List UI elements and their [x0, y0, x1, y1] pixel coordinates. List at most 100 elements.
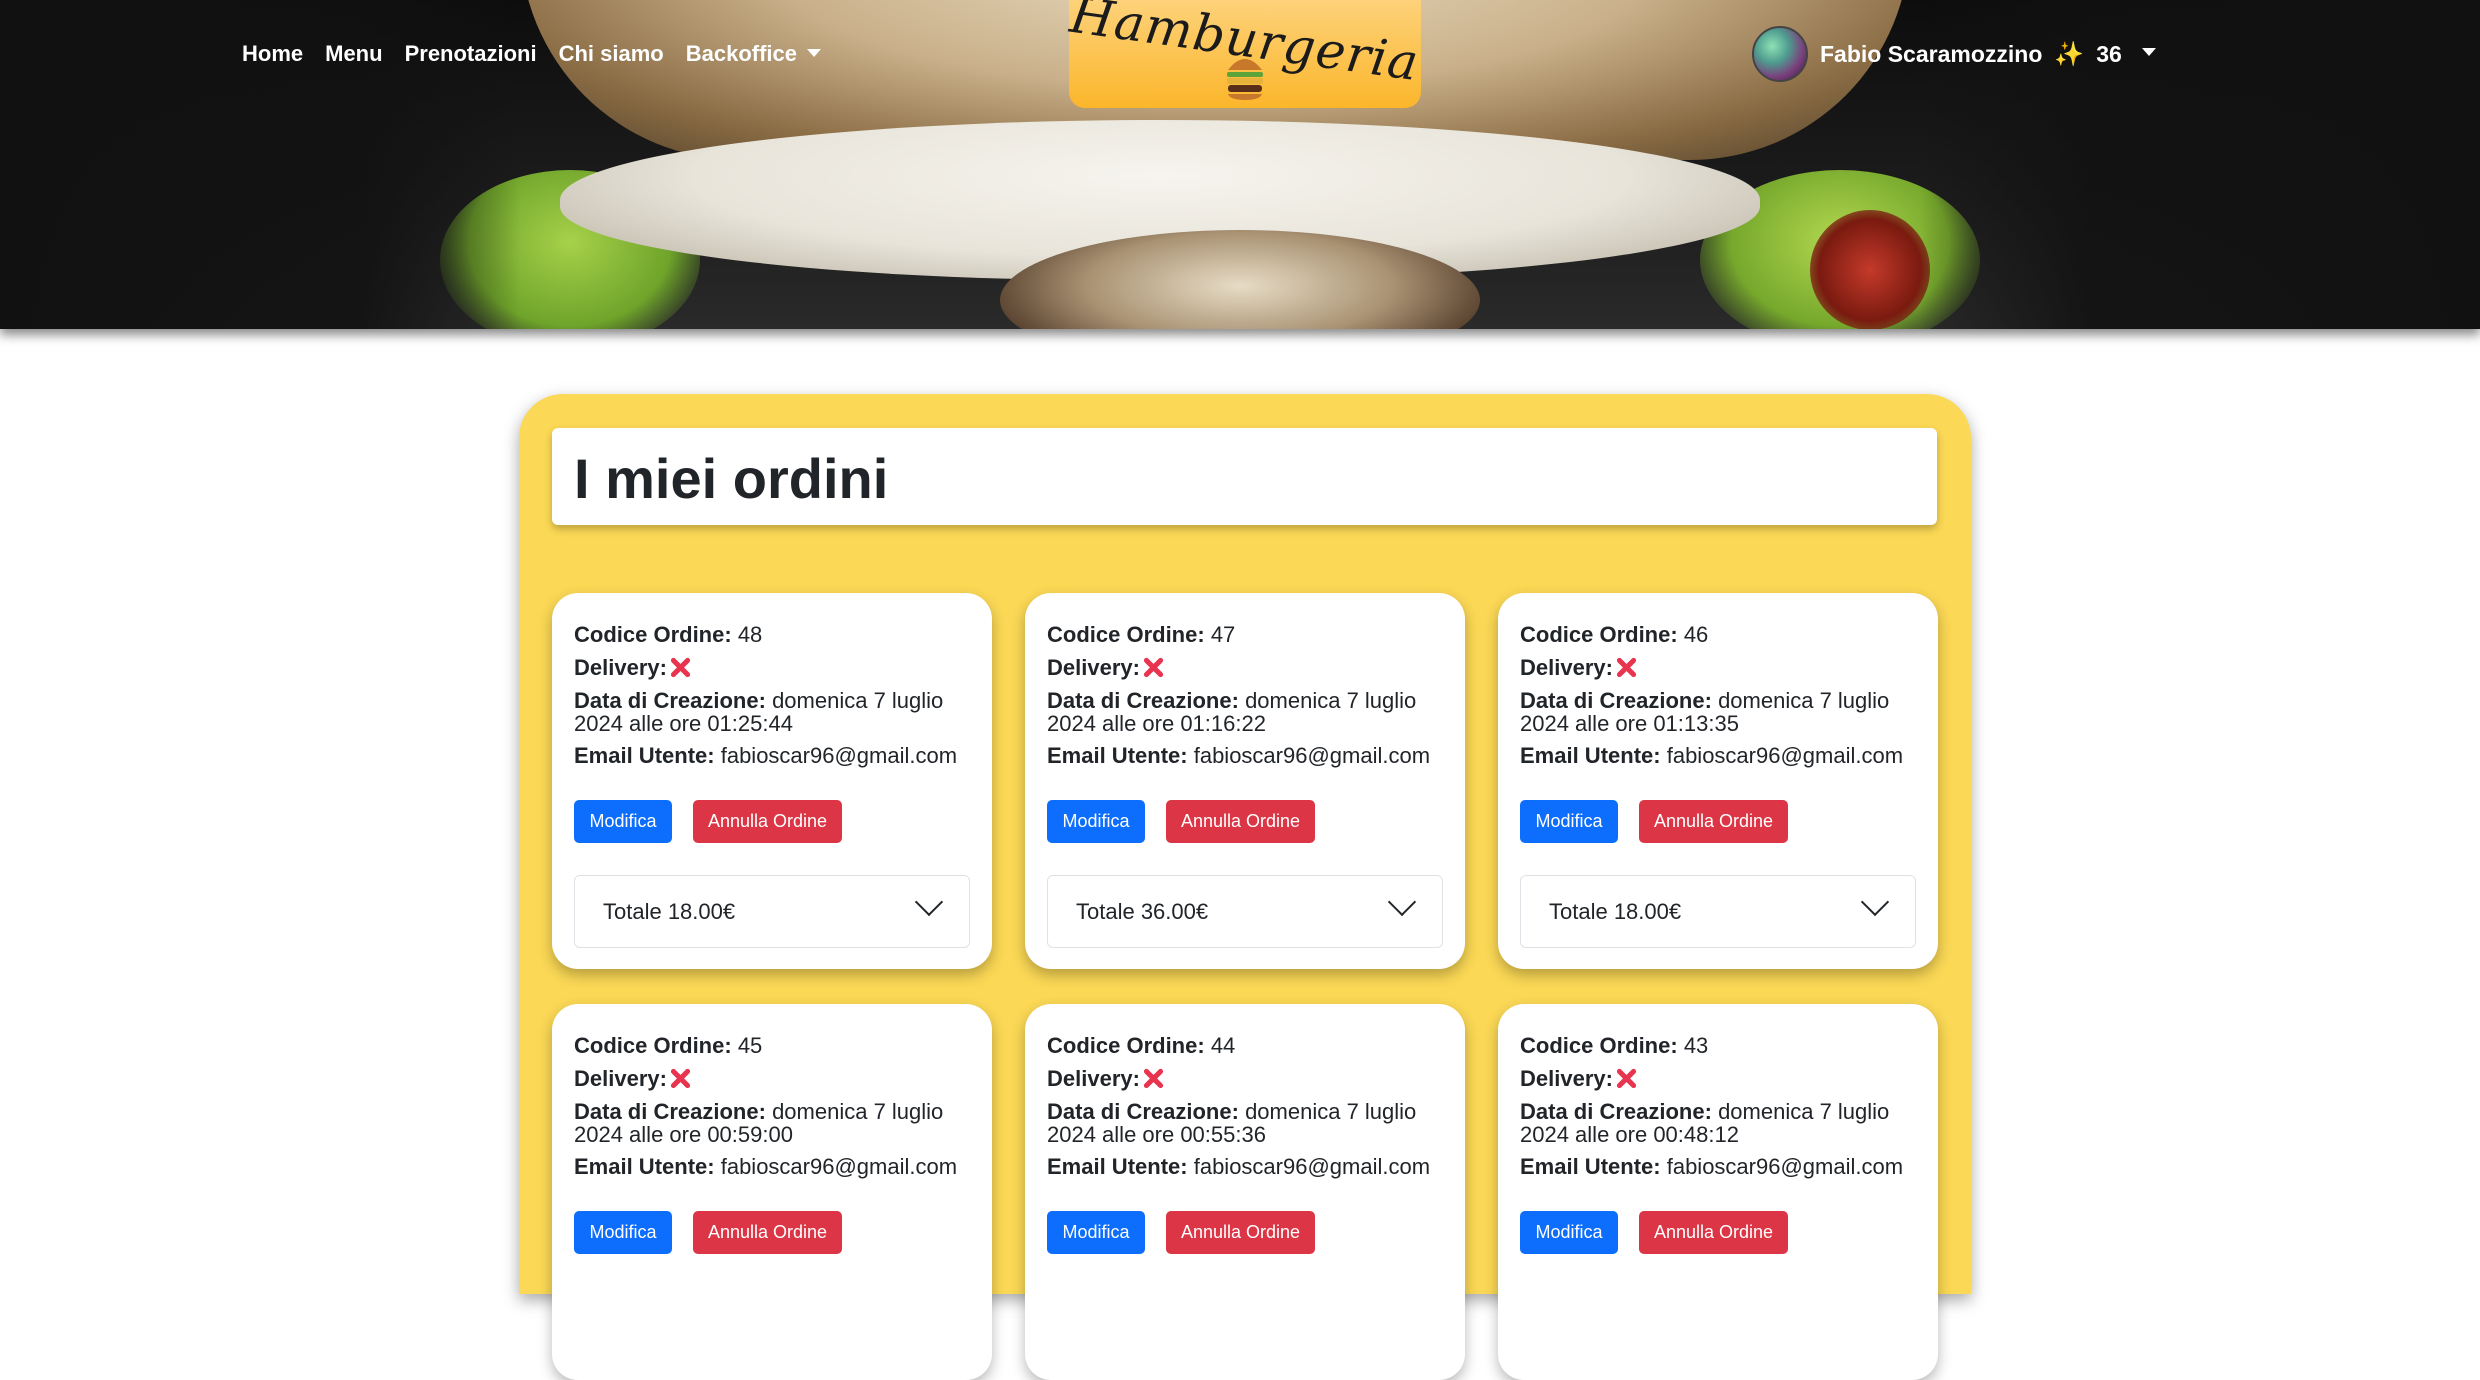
nav-prenotazioni[interactable]: Prenotazioni [405, 41, 537, 67]
delivery-label: Delivery: [1047, 1066, 1140, 1091]
delivery-label: Delivery: [1520, 1066, 1613, 1091]
created-row: Data di Creazione: domenica 7 luglio 2024… [1520, 1100, 1889, 1146]
email-label: Email Utente: [574, 1154, 715, 1179]
order-total: Totale 18.00€ [603, 899, 736, 924]
created-label: Data di Creazione: [574, 1099, 766, 1124]
email-row: Email Utente: fabioscar96@gmail.com [574, 1155, 957, 1178]
created-date-line2: 2024 alle ore 01:16:22 [1047, 711, 1266, 736]
cancel-order-button[interactable]: Annulla Ordine [1166, 1211, 1315, 1254]
cancel-order-button[interactable]: Annulla Ordine [1639, 800, 1788, 843]
hero-banner: Home Menu Prenotazioni Chi siamo Backoff… [0, 0, 2480, 329]
order-code-row: Codice Ordine: 46 [1520, 623, 1708, 646]
order-code: 48 [737, 622, 763, 647]
order-code: 47 [1210, 622, 1236, 647]
created-date-line1: domenica 7 luglio [1718, 688, 1890, 713]
order-code-row: Codice Ordine: 48 [574, 623, 762, 646]
created-date-line1: domenica 7 luglio [772, 688, 944, 713]
delivery-row: Delivery: [1047, 1067, 1164, 1090]
user-menu[interactable]: Fabio Scaramozzino ✨ 36 [1752, 26, 2156, 82]
order-code-row: Codice Ordine: 47 [1047, 623, 1235, 646]
edit-order-button[interactable]: Modifica [1047, 800, 1145, 843]
nav-menu[interactable]: Menu [325, 41, 382, 67]
tomato-image [1810, 210, 1930, 329]
order-code: 44 [1210, 1033, 1236, 1058]
chevron-down-icon [2141, 48, 2156, 56]
created-date-line1: domenica 7 luglio [1245, 688, 1417, 713]
order-code-label: Codice Ordine: [1520, 1033, 1678, 1058]
delivery-row: Delivery: [1047, 656, 1164, 679]
delivery-label: Delivery: [1047, 655, 1140, 680]
created-label: Data di Creazione: [574, 688, 766, 713]
cancel-order-button[interactable]: Annulla Ordine [693, 800, 842, 843]
nav-home[interactable]: Home [242, 41, 303, 67]
email-row: Email Utente: fabioscar96@gmail.com [1047, 744, 1430, 767]
chevron-down-icon [1860, 887, 1890, 917]
nav-backoffice-dropdown[interactable]: Backoffice [685, 41, 822, 67]
order-card: Codice Ordine: 48 Delivery: Data di Creazi… [552, 593, 992, 969]
created-row: Data di Creazione: domenica 7 luglio 2024… [1047, 689, 1416, 735]
email-row: Email Utente: fabioscar96@gmail.com [1520, 1155, 1903, 1178]
cross-icon [669, 656, 691, 678]
cancel-order-button[interactable]: Annulla Ordine [1639, 1211, 1788, 1254]
email-row: Email Utente: fabioscar96@gmail.com [1520, 744, 1903, 767]
order-card: Codice Ordine: 46 Delivery: Data di Creazi… [1498, 593, 1938, 969]
created-date-line2: 2024 alle ore 00:48:12 [1520, 1122, 1739, 1147]
user-email: fabioscar96@gmail.com [1193, 1154, 1431, 1179]
order-code-label: Codice Ordine: [1047, 622, 1205, 647]
user-name: Fabio Scaramozzino [1820, 40, 2043, 67]
user-email: fabioscar96@gmail.com [1193, 743, 1431, 768]
email-label: Email Utente: [1047, 1154, 1188, 1179]
email-row: Email Utente: fabioscar96@gmail.com [1047, 1155, 1430, 1178]
order-code-label: Codice Ordine: [1520, 622, 1678, 647]
created-date-line1: domenica 7 luglio [1245, 1099, 1417, 1124]
created-date-line1: domenica 7 luglio [1718, 1099, 1890, 1124]
order-card: Codice Ordine: 44 Delivery: Data di Creazi… [1025, 1004, 1465, 1380]
edit-order-button[interactable]: Modifica [1520, 800, 1618, 843]
cross-icon [1615, 1067, 1637, 1089]
delivery-row: Delivery: [574, 656, 691, 679]
page-title: I miei ordini [574, 447, 889, 510]
cancel-order-button[interactable]: Annulla Ordine [1166, 800, 1315, 843]
user-email: fabioscar96@gmail.com [1666, 1154, 1904, 1179]
delivery-row: Delivery: [574, 1067, 691, 1090]
created-row: Data di Creazione: domenica 7 luglio 2024… [574, 1100, 943, 1146]
sparkle-icon: ✨ [2054, 40, 2085, 68]
created-label: Data di Creazione: [1520, 688, 1712, 713]
edit-order-button[interactable]: Modifica [574, 1211, 672, 1254]
order-total-accordion[interactable]: Totale 18.00€ [1520, 875, 1916, 948]
cancel-order-button[interactable]: Annulla Ordine [693, 1211, 842, 1254]
edit-order-button[interactable]: Modifica [1047, 1211, 1145, 1254]
order-card: Codice Ordine: 47 Delivery: Data di Creazi… [1025, 593, 1465, 969]
created-row: Data di Creazione: domenica 7 luglio 2024… [574, 689, 943, 735]
cross-icon [1615, 656, 1637, 678]
edit-order-button[interactable]: Modifica [1520, 1211, 1618, 1254]
created-label: Data di Creazione: [1047, 1099, 1239, 1124]
email-label: Email Utente: [1520, 1154, 1661, 1179]
order-card: Codice Ordine: 45 Delivery: Data di Creazi… [552, 1004, 992, 1380]
delivery-row: Delivery: [1520, 1067, 1637, 1090]
order-code-label: Codice Ordine: [574, 622, 732, 647]
delivery-label: Delivery: [574, 1066, 667, 1091]
created-date-line2: 2024 alle ore 00:55:36 [1047, 1122, 1266, 1147]
order-code: 46 [1683, 622, 1709, 647]
order-total: Totale 36.00€ [1076, 899, 1209, 924]
site-logo[interactable]: Hamburgeria [1067, 0, 1423, 108]
order-card: Codice Ordine: 43 Delivery: Data di Creazi… [1498, 1004, 1938, 1380]
nav-backoffice-label: Backoffice [685, 41, 798, 66]
created-label: Data di Creazione: [1520, 1099, 1712, 1124]
email-label: Email Utente: [574, 743, 715, 768]
created-row: Data di Creazione: domenica 7 luglio 2024… [1520, 689, 1889, 735]
user-points: 36 [2096, 40, 2122, 67]
delivery-label: Delivery: [574, 655, 667, 680]
edit-order-button[interactable]: Modifica [574, 800, 672, 843]
nav-chi-siamo[interactable]: Chi siamo [559, 41, 664, 67]
delivery-label: Delivery: [1520, 655, 1613, 680]
order-code: 43 [1683, 1033, 1709, 1058]
order-code-label: Codice Ordine: [574, 1033, 732, 1058]
order-total-accordion[interactable]: Totale 36.00€ [1047, 875, 1443, 948]
order-total-accordion[interactable]: Totale 18.00€ [574, 875, 970, 948]
burger-icon [1227, 59, 1263, 100]
created-row: Data di Creazione: domenica 7 luglio 2024… [1047, 1100, 1416, 1146]
chevron-down-icon [1387, 887, 1417, 917]
chevron-down-icon [914, 887, 944, 917]
